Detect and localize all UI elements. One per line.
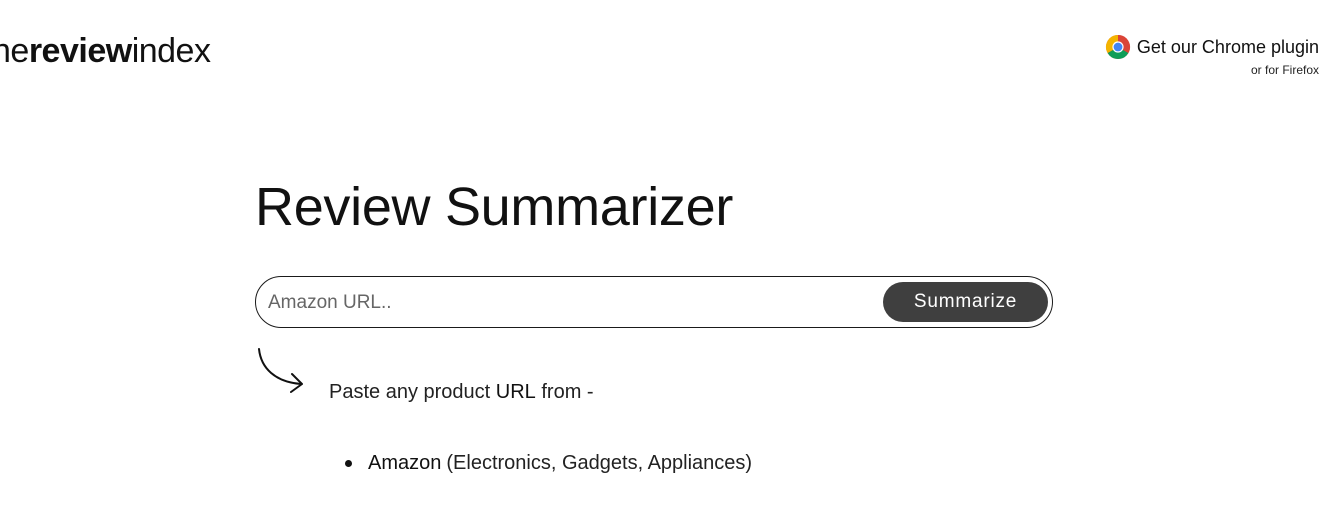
- site-logo[interactable]: hereviewindex: [0, 32, 211, 71]
- firefox-plugin-link[interactable]: or for Firefox: [1105, 63, 1319, 77]
- chrome-plugin-link[interactable]: Get our Chrome plugin: [1105, 34, 1319, 60]
- source-list: Amazon (Electronics, Gadgets, Appliances…: [345, 452, 752, 475]
- chrome-plugin-label: Get our Chrome plugin: [1136, 36, 1319, 57]
- bullet-icon: [345, 460, 352, 467]
- list-item: Amazon (Electronics, Gadgets, Appliances…: [345, 452, 752, 475]
- plugin-promo: Get our Chrome plugin or for Firefox: [1105, 34, 1319, 77]
- search-bar: Summarize: [255, 276, 1053, 328]
- logo-part-index: index: [131, 32, 211, 70]
- source-detail: (Electronics, Gadgets, Appliances): [446, 452, 753, 474]
- curved-arrow-icon: [258, 348, 303, 393]
- page-title: Review Summarizer: [255, 177, 733, 237]
- summarize-button[interactable]: Summarize: [883, 282, 1048, 322]
- logo-part-he: he: [0, 32, 29, 70]
- logo-part-review: review: [28, 32, 132, 70]
- paste-instructions: Paste any product URL from -: [329, 381, 594, 404]
- page: hereviewindex Get our Chrome plugin or f…: [0, 0, 1324, 516]
- instructions-prefix: Paste any product: [329, 381, 496, 403]
- instructions-url: URL: [495, 381, 536, 403]
- source-name: Amazon: [368, 452, 442, 474]
- instructions-suffix: from -: [535, 381, 594, 403]
- chrome-icon: [1105, 34, 1131, 60]
- url-input[interactable]: [266, 285, 870, 321]
